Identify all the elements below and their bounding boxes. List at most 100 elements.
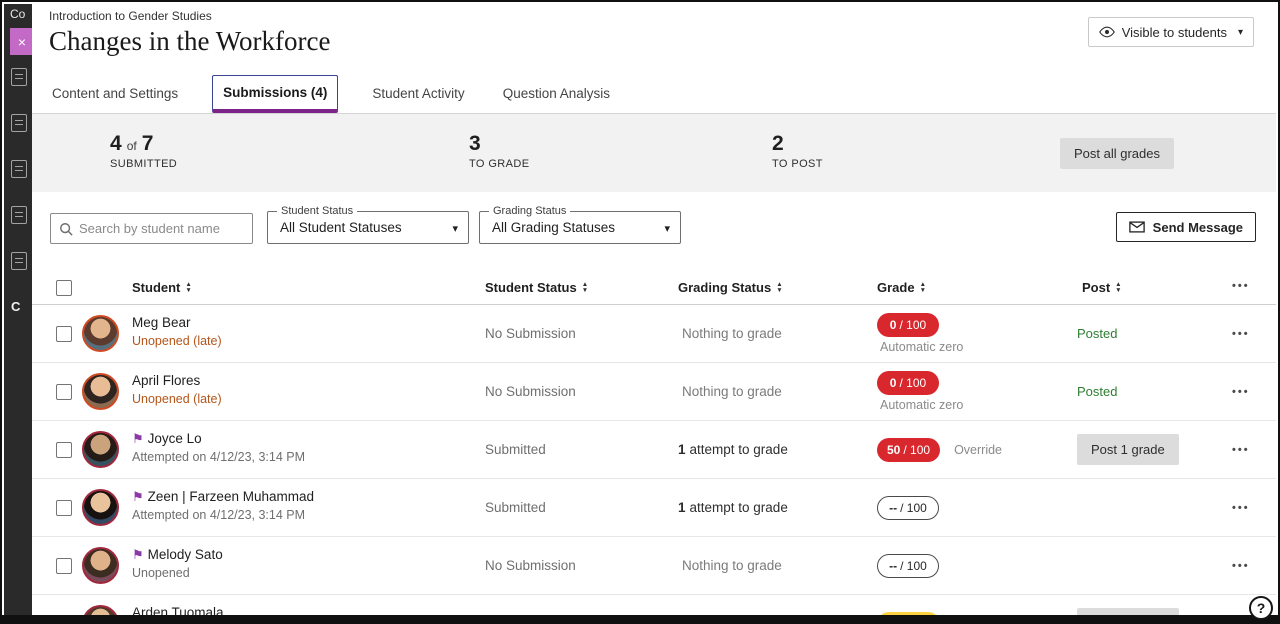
select-all-checkbox[interactable] (56, 280, 72, 296)
tab-content-settings[interactable]: Content and Settings (48, 76, 182, 113)
grade-max: / 100 (903, 443, 930, 457)
grading-count: 1 (678, 500, 686, 515)
grade-cell: -- / 100 (877, 537, 939, 594)
post-grade-button[interactable]: Post 1 grade (1077, 608, 1179, 615)
grade-score: 0 (890, 318, 897, 332)
grade-cell: 0 / 100 Automatic zero (877, 363, 963, 420)
tab-submissions[interactable]: Submissions (4) (212, 75, 338, 113)
grading-status: Nothing to grade (678, 537, 782, 594)
student-name[interactable]: April Flores (132, 373, 200, 388)
table-row: Zeen | Farzeen Muhammad Attempted on 4/1… (32, 479, 1276, 537)
visibility-label: Visible to students (1122, 25, 1227, 40)
row-menu-button[interactable] (1232, 502, 1250, 514)
grading-status-select[interactable]: Grading Status All Grading Statuses (479, 211, 681, 244)
grade-pill[interactable]: 50 / 100 (877, 438, 940, 462)
stat-submitted-total: 7 (142, 132, 154, 156)
window-frame: Co C Introduction to Gender Studies Chan… (0, 0, 1280, 624)
student-status-select-label: Student Status (277, 205, 357, 217)
column-header-student-status[interactable]: Student Status (485, 280, 588, 295)
grade-pill[interactable]: -- / 100 (877, 496, 939, 520)
student-status: Submitted (485, 595, 546, 615)
tab-student-activity[interactable]: Student Activity (368, 76, 468, 113)
student-name[interactable]: Zeen | Farzeen Muhammad (148, 489, 314, 504)
grading-text: Nothing to grade (682, 558, 782, 573)
column-header-student[interactable]: Student (132, 280, 192, 295)
grade-cell: 70 / 100 (877, 595, 940, 615)
avatar (82, 547, 119, 584)
post-all-grades-button[interactable]: Post all grades (1060, 138, 1174, 169)
grade-score: -- (889, 501, 897, 515)
analytics-icon[interactable] (11, 252, 27, 270)
sort-icon (582, 282, 588, 294)
avatar (82, 489, 119, 526)
search-input[interactable] (79, 221, 244, 236)
send-message-button[interactable]: Send Message (1116, 212, 1256, 242)
column-header-grading-status[interactable]: Grading Status (678, 280, 783, 295)
calendar-icon[interactable] (11, 114, 27, 132)
grade-score: 50 (887, 443, 900, 457)
student-name[interactable]: Arden Tuomala (132, 605, 224, 615)
search-icon (59, 222, 73, 236)
posted-label[interactable]: Posted (1077, 384, 1117, 399)
grade-score: -- (889, 559, 897, 573)
grade-cell: 50 / 100 Override (877, 421, 1002, 478)
content-icon[interactable] (11, 68, 27, 86)
help-icon[interactable] (1249, 596, 1273, 620)
row-checkbox[interactable] (56, 384, 72, 400)
grade-note: Automatic zero (880, 398, 963, 412)
stat-to-grade-label: TO GRADE (469, 158, 529, 170)
student-name[interactable]: Melody Sato (148, 547, 223, 562)
student-status-select[interactable]: Student Status All Student Statuses (267, 211, 469, 244)
column-header-post[interactable]: Post (1082, 280, 1122, 295)
eye-icon (1099, 26, 1115, 38)
grade-max: / 100 (900, 559, 927, 573)
tab-question-analysis[interactable]: Question Analysis (499, 76, 614, 113)
row-menu-button[interactable] (1232, 386, 1250, 398)
grade-pill[interactable]: 0 / 100 (877, 371, 939, 395)
visibility-dropdown[interactable]: Visible to students (1088, 17, 1254, 47)
row-checkbox[interactable] (56, 558, 72, 574)
sort-icon (185, 282, 191, 294)
column-header-grade[interactable]: Grade (877, 280, 926, 295)
grading-status: Nothing to grade (678, 595, 782, 615)
posted-label[interactable]: Posted (1077, 326, 1117, 341)
table-menu-button[interactable] (1232, 280, 1250, 292)
student-subtext: Attempted on 4/12/23, 3:14 PM (132, 450, 305, 464)
send-message-label: Send Message (1153, 220, 1243, 235)
grade-max: / 100 (899, 318, 926, 332)
student-name[interactable]: Meg Bear (132, 315, 191, 330)
student-subtext: Unopened (132, 566, 223, 580)
stats-bar: 4 of 7 SUBMITTED 3 TO GRADE 2 TO POST Po… (32, 114, 1276, 192)
grading-status: Nothing to grade (678, 305, 782, 362)
bookmark-flag-icon (132, 548, 144, 561)
row-checkbox[interactable] (56, 442, 72, 458)
grade-pill[interactable]: 0 / 100 (877, 313, 939, 337)
student-status: Submitted (485, 421, 546, 478)
messages-icon[interactable] (11, 206, 27, 224)
row-menu-button[interactable] (1232, 560, 1250, 572)
student-cell: Melody Sato Unopened (132, 547, 223, 580)
grade-pill[interactable]: -- / 100 (877, 554, 939, 578)
row-menu-button[interactable] (1232, 328, 1250, 340)
row-checkbox[interactable] (56, 326, 72, 342)
post-grade-button[interactable]: Post 1 grade (1077, 434, 1179, 465)
gradebook-icon[interactable] (11, 160, 27, 178)
window-bottom-border (2, 615, 1278, 622)
row-checkbox[interactable] (56, 500, 72, 516)
grade-note: Automatic zero (880, 340, 963, 354)
post-cell: Post 1 grade Post 1 grade (1077, 595, 1179, 615)
student-cell: Zeen | Farzeen Muhammad Attempted on 4/1… (132, 489, 314, 522)
student-name[interactable]: Joyce Lo (148, 431, 202, 446)
filter-bar: Student Status All Student Statuses Grad… (32, 192, 1276, 264)
bookmark-flag-icon (132, 490, 144, 503)
stat-to-grade: 3 TO GRADE (469, 132, 529, 170)
student-subtext: Unopened (late) (132, 334, 222, 348)
grading-text: Nothing to grade (682, 384, 782, 399)
table-header: Student Student Status Grading Status Gr… (32, 272, 1276, 305)
grading-text: Nothing to grade (682, 326, 782, 341)
stat-to-post-value: 2 (772, 132, 784, 156)
row-menu-button[interactable] (1232, 444, 1250, 456)
close-panel-icon[interactable] (10, 28, 32, 55)
sidebar-mid-text: C (11, 299, 20, 314)
student-subtext: Unopened (late) (132, 392, 222, 406)
